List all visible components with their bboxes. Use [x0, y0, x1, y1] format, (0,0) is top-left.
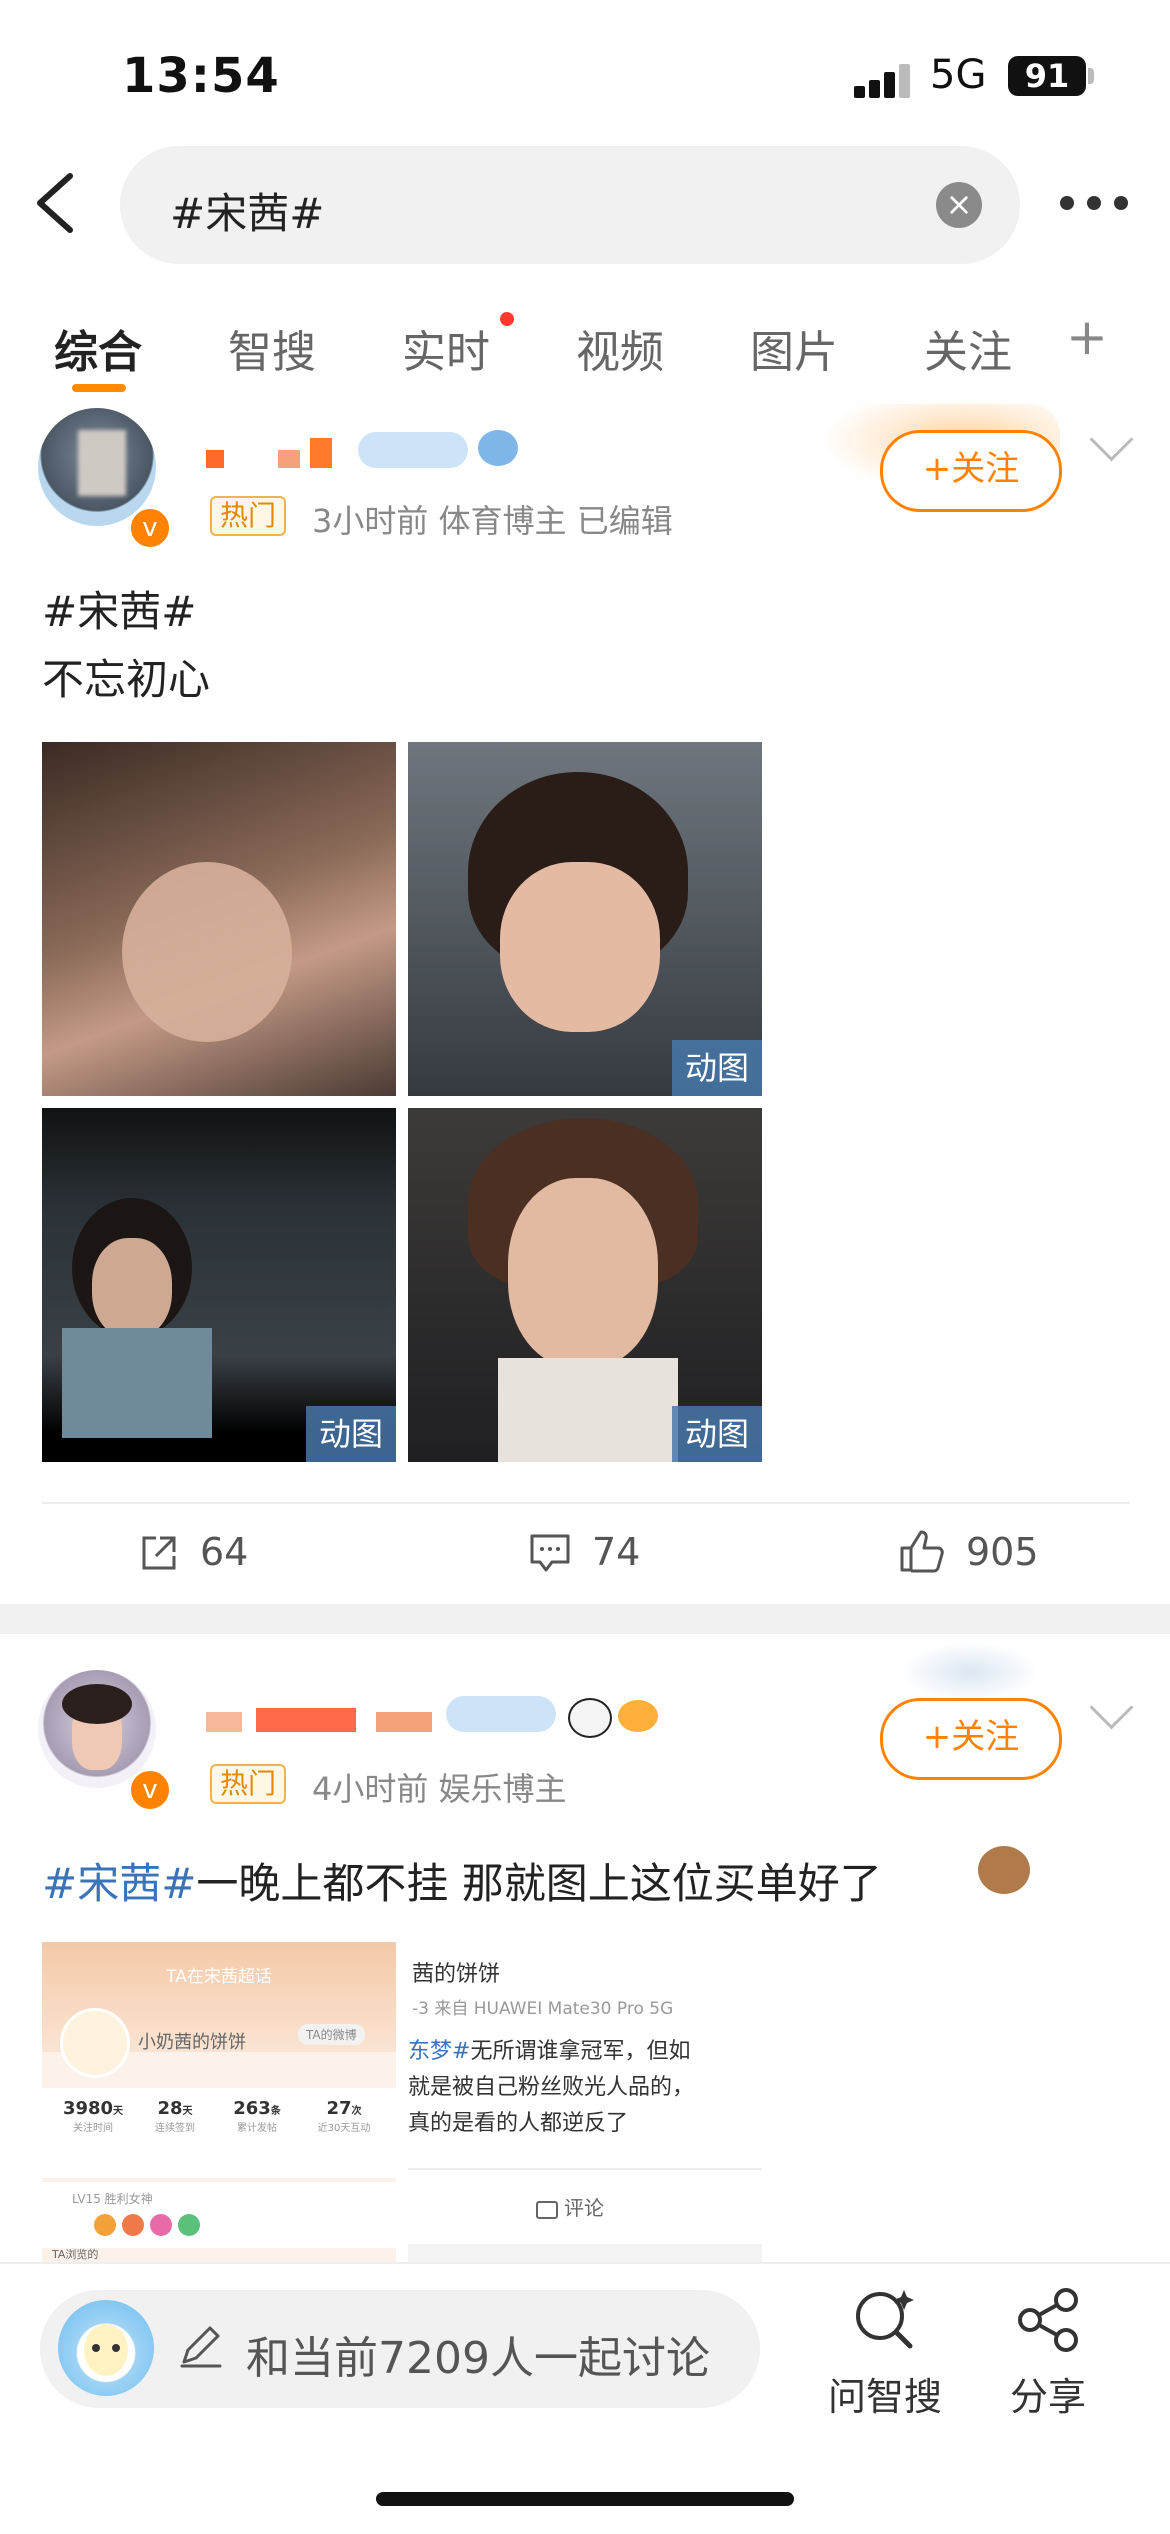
network-type: 5G	[930, 52, 987, 98]
post2-img2-topic: 东梦#	[408, 2039, 471, 2064]
post1-comment-count[interactable]: 74	[592, 1530, 640, 1574]
post2-img2-name: 茜的饼饼	[412, 1962, 501, 1987]
post2-image-2[interactable]: 茜的饼饼 -3 来自 HUAWEI Mate30 Pro 5G 东梦#无所谓谁拿…	[408, 1942, 762, 2262]
clear-search-icon[interactable]: ×	[936, 182, 982, 228]
post2-img1-stat-label: 近30天互动	[317, 2123, 371, 2134]
discuss-placeholder[interactable]: 和当前7209人一起讨论	[246, 2322, 710, 2386]
back-icon[interactable]	[32, 172, 78, 234]
post2-text: 一晚上都不挂 那就图上这位买单好了	[196, 1859, 882, 1908]
post2-hot-badge: 热门	[210, 1764, 287, 1804]
post1-repost-count[interactable]: 64	[200, 1530, 248, 1574]
battery-tip	[1088, 68, 1094, 84]
post2-img1-stat-label: 连续签到	[155, 2123, 195, 2134]
post2-img1-level: LV15 胜利女神	[72, 2192, 153, 2206]
post2-img1-stat-num: 27	[326, 2098, 352, 2119]
like-icon[interactable]	[898, 1528, 946, 1574]
post1-level-badge	[358, 432, 468, 468]
post2-img1-title: TA在宋茜超话	[166, 1967, 272, 1987]
more-options-icon[interactable]	[1060, 196, 1130, 212]
post2-level-badge	[446, 1696, 556, 1732]
post2-img2-line3: 真的是看的人都逆反了	[408, 2111, 629, 2136]
post1-image-4-gif-badge: 动图	[672, 1406, 762, 1462]
post2-img1-stat-label: 关注时间	[73, 2123, 113, 2134]
post1-actions-divider	[42, 1502, 1130, 1504]
ask-smart-search-icon[interactable]	[850, 2284, 920, 2354]
post2-follow-decoration	[900, 1642, 1040, 1702]
tab-smart-search[interactable]: 智搜	[228, 316, 316, 380]
comment-icon[interactable]	[528, 1532, 572, 1574]
post1-image-3[interactable]: 动图	[42, 1108, 396, 1462]
post1-image-4[interactable]: 动图	[408, 1108, 762, 1462]
post1-like-count[interactable]: 905	[966, 1530, 1039, 1574]
signal-icon	[854, 62, 914, 98]
tab-video[interactable]: 视频	[576, 316, 664, 380]
battery-level: 91	[1008, 56, 1086, 96]
post1-shark-badge-icon	[478, 430, 518, 466]
post2-panda-icon	[568, 1698, 612, 1738]
post2-img2-comment: 评论	[536, 2192, 604, 2221]
tab-images[interactable]: 图片	[750, 316, 838, 380]
post2-img1-stat-unit: 天	[182, 2106, 193, 2117]
post2-img1-stat-num: 28	[157, 2098, 183, 2119]
post1-follow-button[interactable]: +关注	[880, 430, 1062, 512]
post1-image-3-gif-badge: 动图	[306, 1406, 396, 1462]
post1-topic-link[interactable]: #宋茜#	[42, 578, 196, 639]
post2-text-line: #宋茜#一晚上都不挂 那就图上这位买单好了	[42, 1850, 882, 1911]
post2-img1-name: 小奶茜的饼饼	[138, 2032, 246, 2053]
post-separator	[0, 1604, 1170, 1634]
post2-chevron-down-icon[interactable]	[1089, 1685, 1134, 1730]
mascot-avatar	[58, 2300, 154, 2396]
tab-following[interactable]: 关注	[924, 316, 1012, 380]
post2-fish-icon	[618, 1700, 658, 1732]
post1-chevron-down-icon[interactable]	[1089, 417, 1134, 462]
tab-comprehensive[interactable]: 综合	[54, 316, 142, 380]
post2-image-1[interactable]: TA在宋茜超话 小奶茜的饼饼 TA的微博 3980天 关注时间 28天 连续签到…	[42, 1942, 396, 2262]
post1-text: 不忘初心	[42, 655, 211, 704]
post1-username-obscured[interactable]	[206, 438, 336, 470]
post2-img1-footer: TA浏览的	[52, 2248, 99, 2261]
post2-username-obscured[interactable]	[206, 1708, 436, 1734]
status-time: 13:54	[122, 48, 280, 104]
post2-img1-stat-num: 263	[233, 2098, 271, 2119]
share-icon[interactable]	[1012, 2286, 1084, 2354]
post1-hot-badge: 热门	[210, 496, 287, 536]
post1-image-2[interactable]: 动图	[408, 742, 762, 1096]
tab-realtime[interactable]: 实时	[402, 316, 490, 380]
post2-follow-button[interactable]: +关注	[880, 1698, 1062, 1780]
post2-img1-stat-unit: 条	[270, 2106, 281, 2117]
post1-verified-icon: v	[128, 506, 172, 550]
realtime-notification-dot	[500, 312, 514, 326]
post2-topic-link[interactable]: #宋茜#	[42, 1859, 196, 1908]
post1-meta: 3小时前 体育博主 已编辑	[312, 502, 673, 540]
post1-image-2-gif-badge: 动图	[672, 1040, 762, 1096]
post2-img1-tag: TA的微博	[298, 2024, 365, 2045]
capybara-emoji-icon	[978, 1846, 1030, 1894]
post2-verified-icon: v	[128, 1768, 172, 1812]
post2-meta: 4小时前 娱乐博主	[312, 1770, 567, 1808]
home-indicator	[376, 2492, 794, 2506]
post2-img1-stat-label: 累计发帖	[237, 2123, 277, 2134]
ask-smart-search-label[interactable]: 问智搜	[828, 2366, 942, 2421]
search-query[interactable]: #宋茜#	[170, 180, 324, 241]
post2-img1-stat-unit: 次	[351, 2106, 362, 2117]
add-tab-icon[interactable]: +	[1066, 308, 1108, 366]
post2-img1-stat-num: 3980	[62, 2098, 114, 2119]
share-label[interactable]: 分享	[1010, 2366, 1086, 2421]
post1-image-1[interactable]	[42, 742, 396, 1096]
active-tab-indicator	[72, 384, 126, 392]
post2-img2-source: -3 来自 HUAWEI Mate30 Pro 5G	[412, 1999, 674, 2019]
pencil-icon	[180, 2326, 222, 2368]
post2-img1-stat-unit: 天	[113, 2106, 124, 2117]
post2-img2-line2: 就是被自己粉丝败光人品的，	[408, 2075, 695, 2100]
repost-icon[interactable]	[138, 1532, 180, 1574]
post2-img2-line1: 无所谓谁拿冠军，但如	[470, 2039, 691, 2064]
